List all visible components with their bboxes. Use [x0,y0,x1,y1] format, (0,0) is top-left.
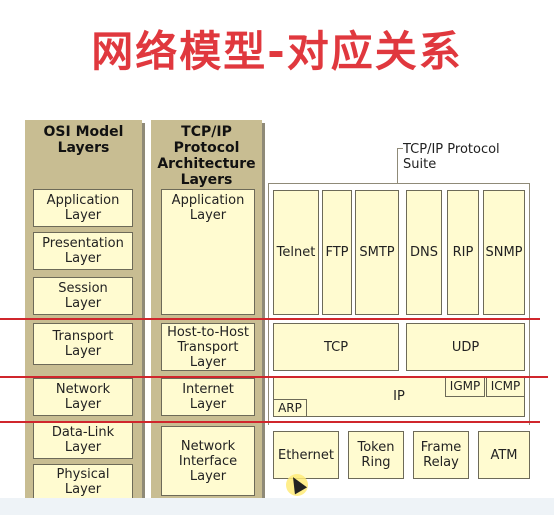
ftp-box: FTP [322,190,352,315]
arp-box: ARP [273,399,307,417]
osi-presentation-layer: Presentation Layer [33,232,133,270]
tcpip-network-interface-layer: Network Interface Layer [161,426,255,496]
osi-network-layer: Network Layer [33,378,133,416]
osi-session-layer: Session Layer [33,277,133,315]
osi-header: OSI Model Layers [43,124,124,156]
tcpip-application-layer: Application Layer [161,189,255,315]
atm-box: ATM [478,431,530,479]
tcpip-internet-layer: Internet Layer [161,378,255,416]
tcp-box: TCP [273,323,399,371]
snmp-box: SNMP [483,190,525,315]
red-line-1 [0,318,540,320]
page-title: 网络模型-对应关系 [91,27,463,76]
osi-physical-layer: Physical Layer [33,464,133,500]
bottom-bar [0,498,554,515]
rip-box: RIP [447,190,479,315]
red-line-2 [0,376,548,378]
ethernet-box: Ethernet [273,431,339,479]
smtp-box: SMTP [355,190,399,315]
osi-data-link-layer: Data-Link Layer [33,421,133,459]
icmp-box: ICMP [486,376,525,397]
osi-application-layer: Application Layer [33,189,133,227]
tcpip-transport-layer: Host-to-Host Transport Layer [161,323,255,371]
suite-bracket [397,148,398,184]
udp-box: UDP [406,323,525,371]
red-line-3 [0,421,540,423]
osi-transport-layer: Transport Layer [33,323,133,365]
telnet-box: Telnet [273,190,319,315]
token-ring-box: Token Ring [348,431,404,479]
frame-relay-box: Frame Relay [413,431,469,479]
dns-box: DNS [406,190,442,315]
igmp-box: IGMP [445,376,485,397]
tcpip-header: TCP/IP Protocol Architecture Layers [157,124,256,188]
suite-label: TCP/IP Protocol Suite [403,142,500,172]
